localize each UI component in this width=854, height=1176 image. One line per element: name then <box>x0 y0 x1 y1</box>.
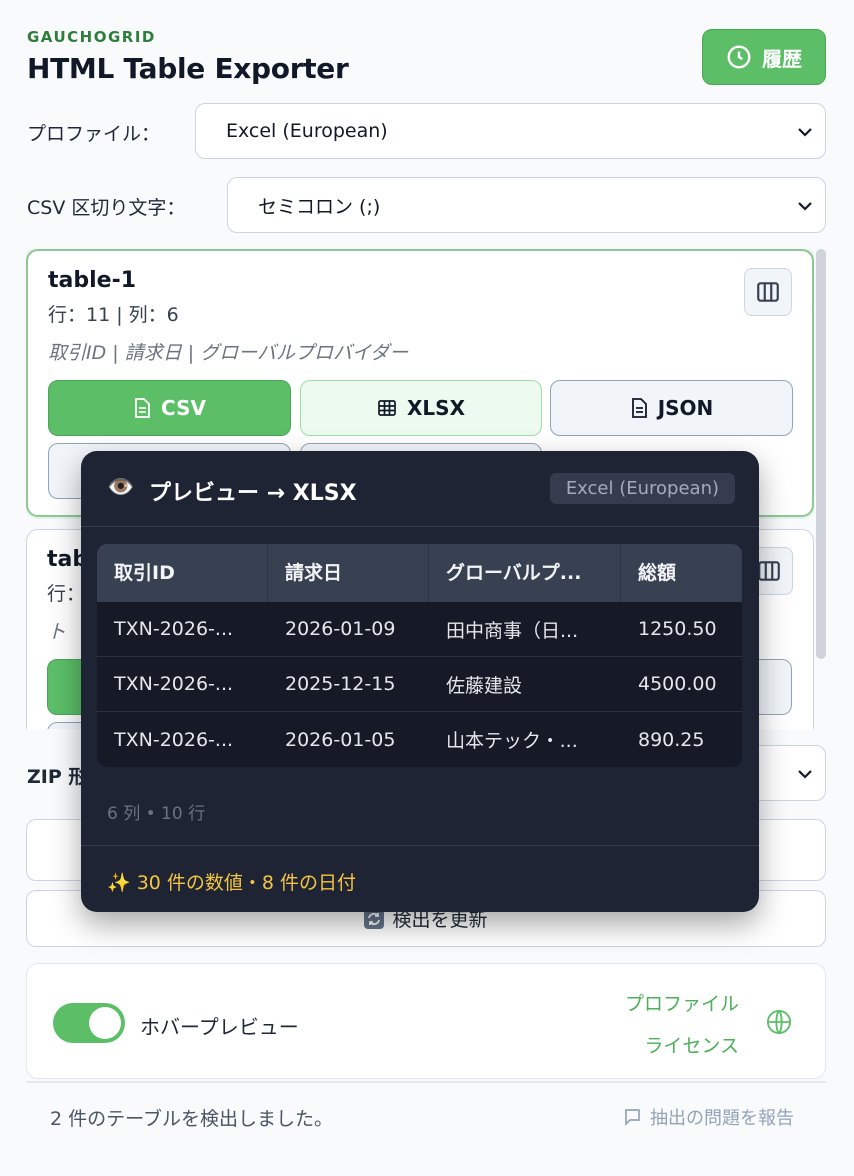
chevron-down-icon <box>798 770 812 779</box>
message-square-icon <box>625 1109 640 1127</box>
table-cell: 山本テック・... <box>446 730 578 752</box>
profile-label: プロファイル： <box>27 123 161 145</box>
eye-icon: 👁️ <box>107 475 135 500</box>
preview-divider <box>81 845 759 846</box>
table-cell: 田中商事（日... <box>446 619 579 642</box>
status-text: 2 件のテーブルを検出しました。 <box>50 1108 333 1130</box>
table-cell: 2026-01-09 <box>285 618 396 640</box>
file-text-icon <box>135 398 150 418</box>
column-header: 取引ID <box>97 544 268 602</box>
export-csv-label: CSV <box>161 396 206 420</box>
columns-icon <box>758 561 780 581</box>
clock-icon <box>727 45 751 69</box>
export-json-button[interactable]: JSON <box>550 380 793 436</box>
table-name: table-1 <box>48 268 137 293</box>
settings-panel: ホバープレビュー プロファイル ライセンス <box>26 963 826 1079</box>
globe-icon[interactable] <box>765 1008 793 1036</box>
export-xlsx-button[interactable]: XLSX <box>300 380 542 436</box>
export-json-label: JSON <box>657 396 714 420</box>
preview-header: 👁️ プレビュー → XLSX Excel (European) <box>81 451 759 527</box>
csv-delimiter-label: CSV 区切り文字： <box>27 197 186 219</box>
profile-link[interactable]: プロファイル <box>625 989 739 1016</box>
table-icon <box>378 400 396 416</box>
chevron-down-icon <box>798 128 812 137</box>
columns-icon <box>757 282 779 302</box>
preview-tooltip: 👁️ プレビュー → XLSX Excel (European) 取引ID 請求… <box>81 451 759 912</box>
table-cell: 2025-12-15 <box>285 673 396 695</box>
history-button[interactable]: 履歴 <box>702 29 826 85</box>
file-text-icon <box>631 398 647 418</box>
hover-preview-label: ホバープレビュー <box>140 1015 299 1039</box>
table-cell: TXN-2026-... <box>114 618 234 640</box>
history-label: 履歴 <box>762 46 802 71</box>
table-cell: 890.25 <box>638 728 705 751</box>
table-row: TXN-2026-... 2026-01-09 田中商事（日... 1250.5… <box>97 602 742 657</box>
table-cell: 4500.00 <box>638 673 717 695</box>
profile-select[interactable]: Excel (European) <box>195 103 826 159</box>
column-header: 総額 <box>638 562 677 584</box>
column-select-button[interactable] <box>744 268 792 316</box>
scrollbar-thumb[interactable] <box>816 249 826 659</box>
table-meta: 行： <box>47 583 86 605</box>
footer-divider <box>26 1081 826 1083</box>
table-cell: 1250.50 <box>638 618 717 640</box>
table-cell: TXN-2026-... <box>114 728 234 751</box>
table-cell: 佐藤建設 <box>446 674 523 697</box>
export-csv-button[interactable]: CSV <box>48 380 291 436</box>
table-header-row: 取引ID 請求日 グローバルプ... 総額 <box>97 544 742 602</box>
report-issue-label: 抽出の問題を報告 <box>650 1108 794 1129</box>
toggle-knob <box>89 1007 121 1039</box>
csv-delimiter-select[interactable]: セミコロン (;) <box>227 177 826 233</box>
preview-dimensions: 6 列 • 10 行 <box>107 804 206 824</box>
preview-table: 取引ID 請求日 グローバルプ... 総額 TXN-2026-... 2026-… <box>97 544 742 767</box>
app-title: HTML Table Exporter <box>27 52 349 85</box>
table-cell: 2026-01-05 <box>285 728 396 751</box>
table-row: TXN-2026-... 2025-12-15 佐藤建設 4500.00 <box>97 657 742 712</box>
table-row: TXN-2026-... 2026-01-05 山本テック・... 890.25 <box>97 712 742 767</box>
table-columns-preview: 取引ID | 請求日 | グローバルプロバイダー <box>48 342 409 364</box>
license-link[interactable]: ライセンス <box>644 1031 739 1058</box>
column-header: グローバルプ... <box>429 544 621 602</box>
column-header: 請求日 <box>268 544 429 602</box>
report-issue-link[interactable]: 抽出の問題を報告 <box>622 1104 794 1130</box>
table-cell: TXN-2026-... <box>114 673 234 695</box>
chevron-down-icon <box>798 202 812 211</box>
hover-preview-toggle[interactable] <box>53 1003 125 1043</box>
csv-delimiter-value: セミコロン (;) <box>258 195 381 218</box>
table-columns-preview: ト <box>47 621 67 643</box>
profile-select-value: Excel (European) <box>226 120 388 142</box>
export-xlsx-label: XLSX <box>407 396 465 420</box>
zip-label: ZIP 形 <box>27 766 88 788</box>
detection-summary: ✨ 30 件の数値・8 件の日付 <box>107 872 357 894</box>
preview-title: プレビュー → XLSX <box>149 481 357 506</box>
brand-label: GAUCHOGRID <box>27 28 156 46</box>
table-meta: 行：11 | 列：6 <box>48 304 179 326</box>
profile-badge: Excel (European) <box>549 473 735 504</box>
